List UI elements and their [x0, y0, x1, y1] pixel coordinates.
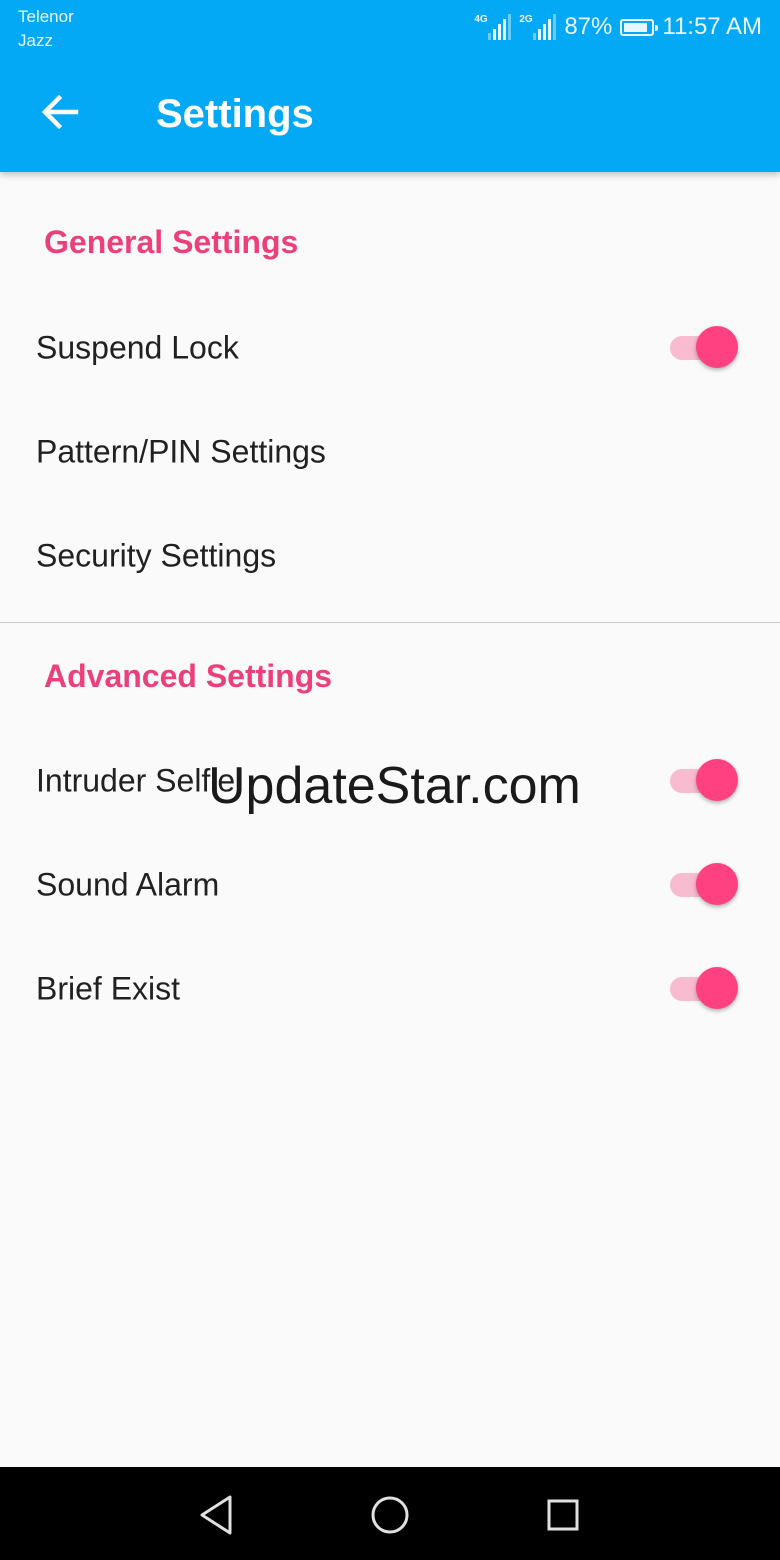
setting-row-brief-exist[interactable]: Brief Exist — [0, 937, 780, 1041]
square-recents-icon — [547, 1499, 579, 1531]
system-nav-bar — [0, 1467, 780, 1560]
carrier-name-1: Telenor — [18, 7, 74, 26]
status-indicators: 4G 2G 87% 11:57 AM — [474, 10, 762, 44]
network-type-2: 2G — [519, 14, 533, 25]
battery-icon — [620, 18, 659, 36]
sound-alarm-toggle[interactable] — [668, 861, 740, 909]
suspend-lock-toggle[interactable] — [668, 324, 740, 372]
carrier-name-2: Jazz — [18, 31, 53, 50]
brief-exist-toggle[interactable] — [668, 965, 740, 1013]
section-header-general: General Settings — [44, 224, 299, 260]
page-title: Settings — [156, 92, 314, 136]
arrow-left-icon — [41, 94, 79, 130]
section-header-advanced: Advanced Settings — [44, 658, 333, 694]
section-divider — [0, 622, 780, 623]
battery-percent: 87% — [564, 13, 613, 40]
nav-back-button[interactable] — [190, 1489, 242, 1541]
intruder-selfie-toggle[interactable] — [668, 757, 740, 805]
back-button[interactable] — [36, 88, 84, 136]
triangle-back-icon — [200, 1495, 232, 1535]
watermark: UpdateStar.com — [208, 757, 581, 815]
nav-recents-button[interactable] — [537, 1489, 589, 1541]
setting-label: Suspend Lock — [36, 329, 239, 366]
setting-label: Sound Alarm — [36, 866, 220, 903]
setting-label: Intruder Selfie — [36, 762, 236, 799]
setting-label: Pattern/PIN Settings — [36, 433, 326, 470]
network-type-1: 4G — [474, 14, 488, 25]
status-time: 11:57 AM — [662, 13, 762, 40]
app-bar: Telenor Jazz 4G 2G 87% 11:57 AM Settings — [0, 0, 780, 172]
setting-row-sound-alarm[interactable]: Sound Alarm — [0, 833, 780, 937]
setting-row-security[interactable]: Security Settings — [0, 504, 780, 608]
nav-home-button[interactable] — [364, 1489, 416, 1541]
circle-home-icon — [371, 1496, 409, 1534]
setting-row-suspend-lock[interactable]: Suspend Lock — [0, 296, 780, 400]
setting-row-pattern-pin[interactable]: Pattern/PIN Settings — [0, 400, 780, 504]
carrier-info: Telenor Jazz — [18, 5, 74, 53]
setting-label: Security Settings — [36, 537, 277, 574]
signal-4g-icon: 4G — [474, 14, 512, 40]
signal-2g-icon: 2G — [519, 14, 557, 40]
setting-label: Brief Exist — [36, 970, 181, 1007]
